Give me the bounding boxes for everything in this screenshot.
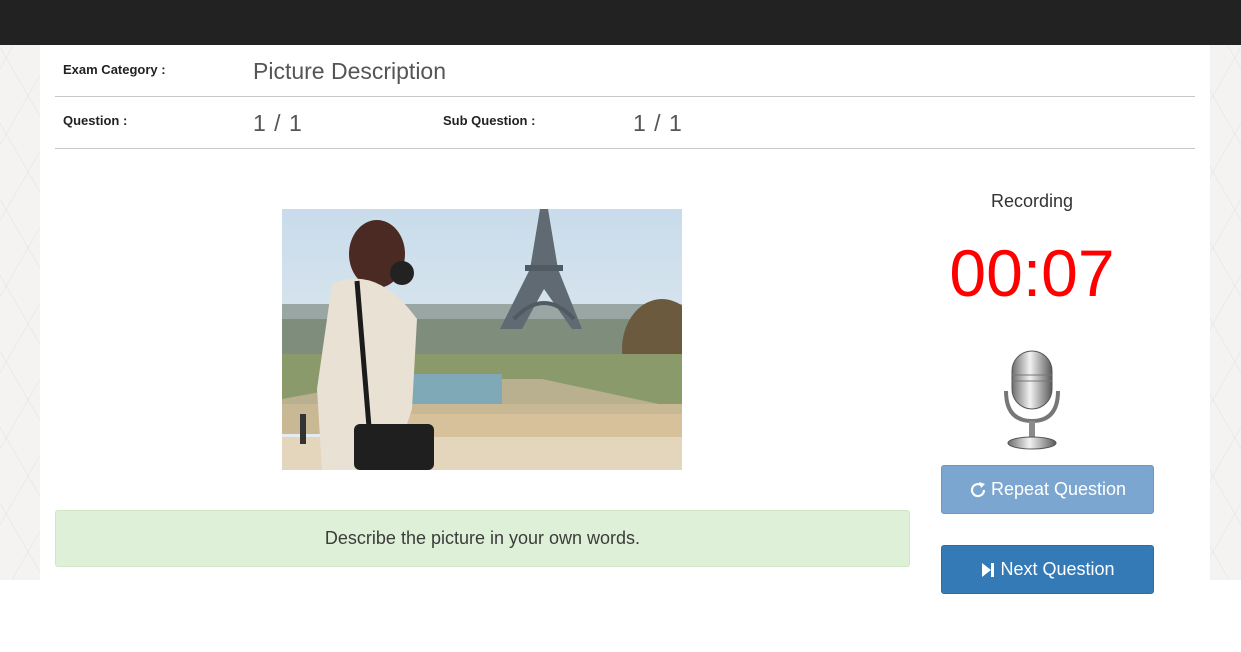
next-question-label: Next Question — [1000, 559, 1115, 579]
microphone-icon — [1000, 347, 1064, 451]
exam-category-value: Picture Description — [253, 58, 447, 84]
question-picture-illustration — [282, 209, 682, 470]
exam-category-label: Exam Category : — [63, 62, 166, 77]
exam-panel: Exam Category : Picture Description Ques… — [40, 45, 1210, 594]
question-row: Question : 1 / 1 Sub Question : 1 / 1 — [55, 97, 1195, 149]
question-label: Question : — [63, 113, 128, 128]
exam-category-row: Exam Category : Picture Description — [55, 45, 1195, 97]
sub-question-value: 1 / 1 — [633, 110, 683, 136]
recording-timer: 00:07 — [949, 236, 1115, 310]
sub-question-label: Sub Question : — [443, 113, 536, 128]
top-navbar — [0, 0, 1241, 45]
repeat-question-label: Repeat Question — [990, 479, 1127, 499]
recording-status-label: Recording — [990, 191, 1074, 211]
next-question-button[interactable]: Next Question — [941, 545, 1154, 594]
repeat-question-button[interactable]: Repeat Question — [941, 465, 1154, 514]
instruction-banner: Describe the picture in your own words. — [55, 510, 910, 567]
question-picture — [282, 209, 682, 470]
refresh-icon — [969, 481, 987, 499]
skip-forward-icon — [980, 562, 996, 578]
question-value: 1 / 1 — [253, 110, 303, 136]
